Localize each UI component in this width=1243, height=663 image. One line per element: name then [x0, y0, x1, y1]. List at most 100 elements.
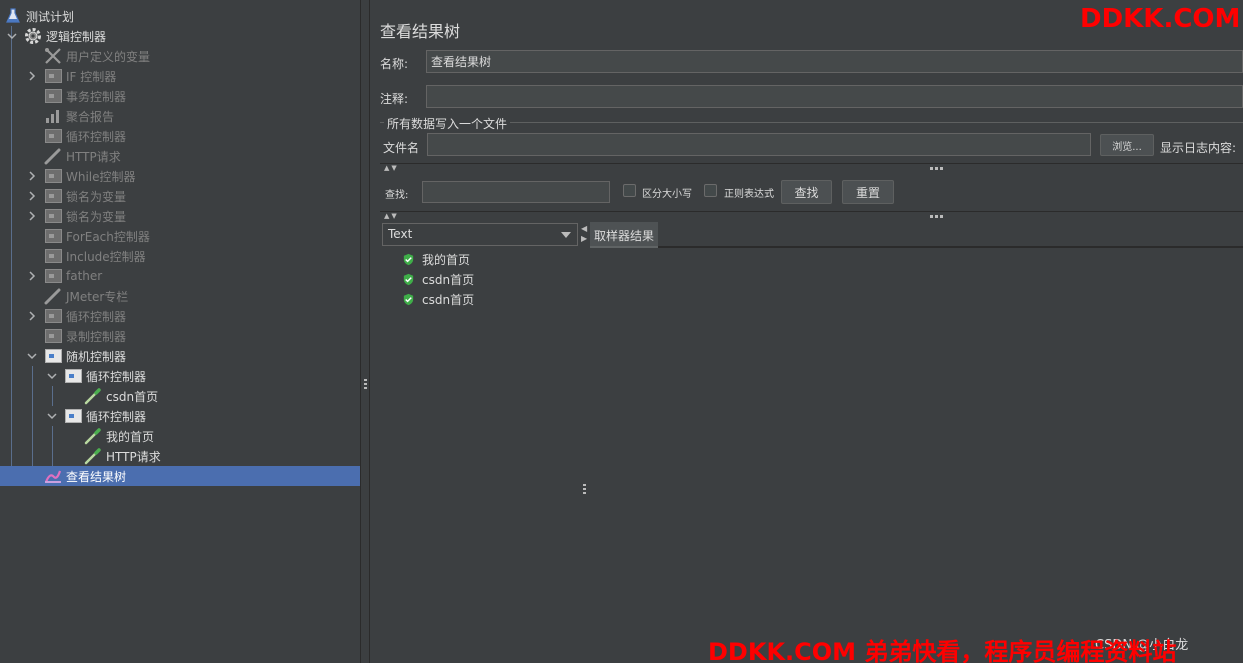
log-display-label: 显示日志内容: [1160, 141, 1237, 155]
collapse-arrows-icon[interactable]: ▲▼ [384, 212, 399, 220]
tree-node-father[interactable]: father [0, 266, 360, 286]
file-group-title: 所有数据写入一个文件 [387, 117, 508, 131]
chevron-down-icon[interactable] [45, 406, 59, 426]
pipette-icon [84, 387, 102, 405]
collapsible-separator[interactable]: ▲▼ [380, 211, 1243, 220]
tree-node-label: JMeter专栏 [66, 289, 129, 304]
tree-splitter[interactable] [361, 0, 370, 663]
tree-node-while-controller[interactable]: While控制器 [0, 166, 360, 186]
tree-node-label: While控制器 [66, 169, 136, 184]
chevron-right-icon[interactable] [25, 266, 39, 286]
controller-icon [44, 167, 62, 185]
name-field[interactable] [426, 50, 1243, 73]
flask-icon [4, 7, 22, 25]
tree-node-view-results-tree[interactable]: 查看结果树 [0, 466, 360, 486]
tree-node-test-plan[interactable]: 测试计划 [0, 6, 360, 26]
drag-handle-icon [930, 167, 943, 170]
tree-node-foreach-controller[interactable]: ForEach控制器 [0, 226, 360, 246]
results-splitter[interactable]: ◀ ▶ [580, 222, 589, 663]
tree-node-loop-controller[interactable]: 循环控制器 [0, 126, 360, 146]
tree-node-label: 循环控制器 [66, 309, 127, 324]
renderer-select[interactable]: Text [382, 223, 578, 246]
tree-node-http-request[interactable]: HTTP请求 [0, 446, 360, 466]
tree-node-label: csdn首页 [106, 389, 159, 404]
chevron-down-icon[interactable] [5, 26, 19, 46]
tree-node-label: 事务控制器 [66, 89, 127, 104]
renderer-selected-value: Text [388, 227, 413, 241]
tree-node-loop-controller[interactable]: 循环控制器 [0, 306, 360, 326]
chevron-down-icon[interactable] [45, 366, 59, 386]
result-item[interactable]: csdn首页 [402, 269, 474, 289]
tree-node-label: 我的首页 [106, 429, 155, 444]
tree-node-label: 随机控制器 [66, 349, 127, 364]
chevron-right-icon[interactable] [25, 186, 39, 206]
tree-node-if-controller[interactable]: IF 控制器 [0, 66, 360, 86]
tree-node-label: ForEach控制器 [66, 229, 150, 244]
search-input[interactable] [422, 181, 610, 203]
collapsible-separator[interactable]: ▲▼ [380, 163, 1243, 172]
tree-node-recording-controller[interactable]: 录制控制器 [0, 326, 360, 346]
result-tabs: 取样器结果 [590, 222, 1243, 248]
browse-button[interactable]: 浏览... [1100, 134, 1154, 156]
tree-node-logic-controller[interactable]: 逻辑控制器 [0, 26, 360, 46]
tree-node-csdn-home[interactable]: csdn首页 [0, 386, 360, 406]
find-button[interactable]: 查找 [781, 180, 832, 204]
search-label: 查找: [385, 190, 409, 201]
tree-node-transaction-controller[interactable]: 事务控制器 [0, 86, 360, 106]
chevron-right-icon[interactable] [25, 206, 39, 226]
bar-chart-icon [44, 107, 62, 125]
tab-sampler-result[interactable]: 取样器结果 [590, 222, 659, 248]
tree-node-label: 用户定义的变量 [66, 49, 151, 64]
comment-field[interactable] [426, 85, 1243, 108]
tree-node-label: IF 控制器 [66, 69, 117, 84]
tree-node-user-variables[interactable]: 用户定义的变量 [0, 46, 360, 66]
controller-icon [44, 347, 62, 365]
case-sensitive-label: 区分大小写 [642, 189, 692, 200]
case-sensitive-checkbox[interactable] [623, 184, 636, 197]
controller-icon [44, 327, 62, 345]
tree-node-loop-controller[interactable]: 循环控制器 [0, 366, 360, 386]
controller-icon [44, 247, 62, 265]
collapse-arrows-icon[interactable]: ◀ ▶ [581, 224, 587, 244]
tree-node-my-home[interactable]: 我的首页 [0, 426, 360, 446]
tree-node-loop-controller[interactable]: 循环控制器 [0, 406, 360, 426]
success-shield-icon [403, 293, 414, 305]
tree-node-aggregate-report[interactable]: 聚合报告 [0, 106, 360, 126]
tree-node-lock-variable[interactable]: 锁名为变量 [0, 186, 360, 206]
name-label: 名称: [380, 57, 409, 71]
reset-button[interactable]: 重置 [842, 180, 894, 204]
test-plan-tree[interactable]: 测试计划 逻辑控制器 用户定义的变量 IF 控制器 事务控制器 聚合报告 循环控… [0, 0, 361, 663]
chevron-down-icon[interactable] [25, 346, 39, 366]
watermark-top: DDKK.COM [1080, 4, 1241, 34]
controller-icon [44, 267, 62, 285]
tree-node-label: 测试计划 [26, 9, 75, 24]
result-item-label: 我的首页 [422, 252, 471, 267]
result-item-label: csdn首页 [422, 292, 475, 307]
result-item[interactable]: 我的首页 [402, 249, 470, 269]
regex-checkbox[interactable] [704, 184, 717, 197]
tree-node-label: 锁名为变量 [66, 209, 127, 224]
chevron-right-icon[interactable] [25, 66, 39, 86]
tree-node-http-request[interactable]: HTTP请求 [0, 146, 360, 166]
result-item[interactable]: csdn首页 [402, 289, 474, 309]
controller-icon [64, 367, 82, 385]
watermark-bottom: DDKK.COM 弟弟快看，程序员编程资料站 [708, 638, 1177, 663]
tree-node-label: Include控制器 [66, 249, 146, 264]
tree-node-label: 查看结果树 [66, 469, 127, 484]
tree-node-lock-variable[interactable]: 锁名为变量 [0, 206, 360, 226]
tree-node-random-controller[interactable]: 随机控制器 [0, 346, 360, 366]
success-shield-icon [403, 253, 414, 265]
drag-handle-icon [364, 379, 367, 389]
chevron-right-icon[interactable] [25, 166, 39, 186]
controller-icon [44, 307, 62, 325]
controller-icon [44, 187, 62, 205]
tree-node-jmeter-column[interactable]: JMeter专栏 [0, 286, 360, 306]
collapse-arrows-icon[interactable]: ▲▼ [384, 164, 399, 172]
drag-handle-icon [930, 215, 943, 218]
chevron-right-icon[interactable] [25, 306, 39, 326]
drag-handle-icon [583, 484, 586, 494]
tree-node-label: 锁名为变量 [66, 189, 127, 204]
filename-field[interactable] [427, 133, 1091, 156]
tree-node-label: father [66, 269, 103, 283]
tree-node-include-controller[interactable]: Include控制器 [0, 246, 360, 266]
